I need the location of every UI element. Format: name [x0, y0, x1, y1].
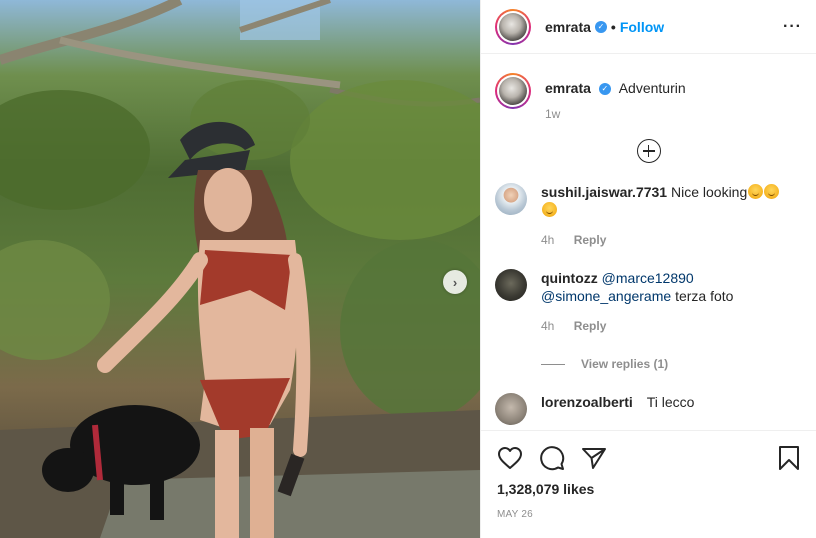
- comment-item: quintozz @marce12890 @simone_angerame te…: [495, 269, 816, 371]
- comment-icon[interactable]: [539, 445, 565, 471]
- caption-time[interactable]: 1w: [545, 107, 560, 121]
- heart-icon[interactable]: [497, 446, 523, 470]
- replies-divider: [541, 363, 565, 365]
- instagram-post: › emrata ✓ • Follow ··· emrata ✓ Adventu…: [0, 0, 816, 538]
- post-caption: emrata ✓ Adventurin 1w: [495, 54, 816, 121]
- caption-username[interactable]: emrata: [545, 80, 591, 96]
- mention-link[interactable]: @simone_angerame: [541, 288, 671, 304]
- reply-button[interactable]: Reply: [574, 233, 607, 247]
- commenter-avatar[interactable]: [495, 183, 527, 215]
- bookmark-icon[interactable]: [778, 445, 800, 471]
- comment-text: Nice looking: [670, 184, 748, 200]
- plus-circle-icon[interactable]: [636, 139, 661, 163]
- comment-username[interactable]: sushil.jaiswar.7731: [541, 184, 667, 200]
- author-username[interactable]: emrata: [545, 19, 591, 35]
- more-icon[interactable]: ···: [783, 18, 802, 36]
- caption-text: Adventurin: [618, 80, 686, 96]
- mention-link[interactable]: @marce12890: [602, 270, 694, 286]
- likes-count[interactable]: 1,328,079 likes: [497, 481, 800, 497]
- smile-emoji-icon: [542, 202, 557, 217]
- comment-time[interactable]: 4h: [541, 319, 554, 333]
- chevron-right-icon[interactable]: ›: [443, 270, 467, 294]
- commenter-avatar[interactable]: [495, 269, 527, 301]
- comment-username[interactable]: quintozz: [541, 270, 598, 286]
- follow-button[interactable]: Follow: [620, 19, 664, 35]
- comment-item: lorenzoalberti Ti lecco: [495, 393, 816, 425]
- post-header: emrata ✓ • Follow ···: [481, 0, 816, 54]
- caption-avatar[interactable]: [495, 73, 531, 109]
- share-icon[interactable]: [581, 446, 607, 470]
- smile-emoji-icon: [764, 184, 780, 199]
- post-date[interactable]: MAY 26: [497, 509, 800, 520]
- smile-emoji-icon: [748, 184, 764, 199]
- separator-dot: •: [610, 18, 616, 35]
- view-replies-button[interactable]: View replies (1): [541, 357, 791, 371]
- comment-item: sushil.jaiswar.7731 Nice looking 4h Repl…: [495, 183, 816, 247]
- reply-button[interactable]: Reply: [574, 319, 607, 333]
- comment-time[interactable]: 4h: [541, 233, 554, 247]
- verified-badge-icon: ✓: [594, 20, 607, 33]
- post-photo[interactable]: ›: [0, 0, 480, 538]
- post-side-panel: emrata ✓ • Follow ··· emrata ✓ Adventuri…: [480, 0, 816, 538]
- post-actions: 1,328,079 likes MAY 26: [481, 430, 816, 538]
- comments-list[interactable]: emrata ✓ Adventurin 1w sushil.jaiswar.77…: [481, 54, 816, 430]
- commenter-avatar[interactable]: [495, 393, 527, 425]
- comment-text: terza foto: [675, 288, 734, 304]
- verified-badge-icon: ✓: [598, 83, 611, 96]
- comment-text: Ti lecco: [646, 394, 695, 410]
- photo-illustration: [0, 0, 480, 538]
- comment-username[interactable]: lorenzoalberti: [541, 394, 633, 410]
- author-avatar[interactable]: [495, 8, 531, 45]
